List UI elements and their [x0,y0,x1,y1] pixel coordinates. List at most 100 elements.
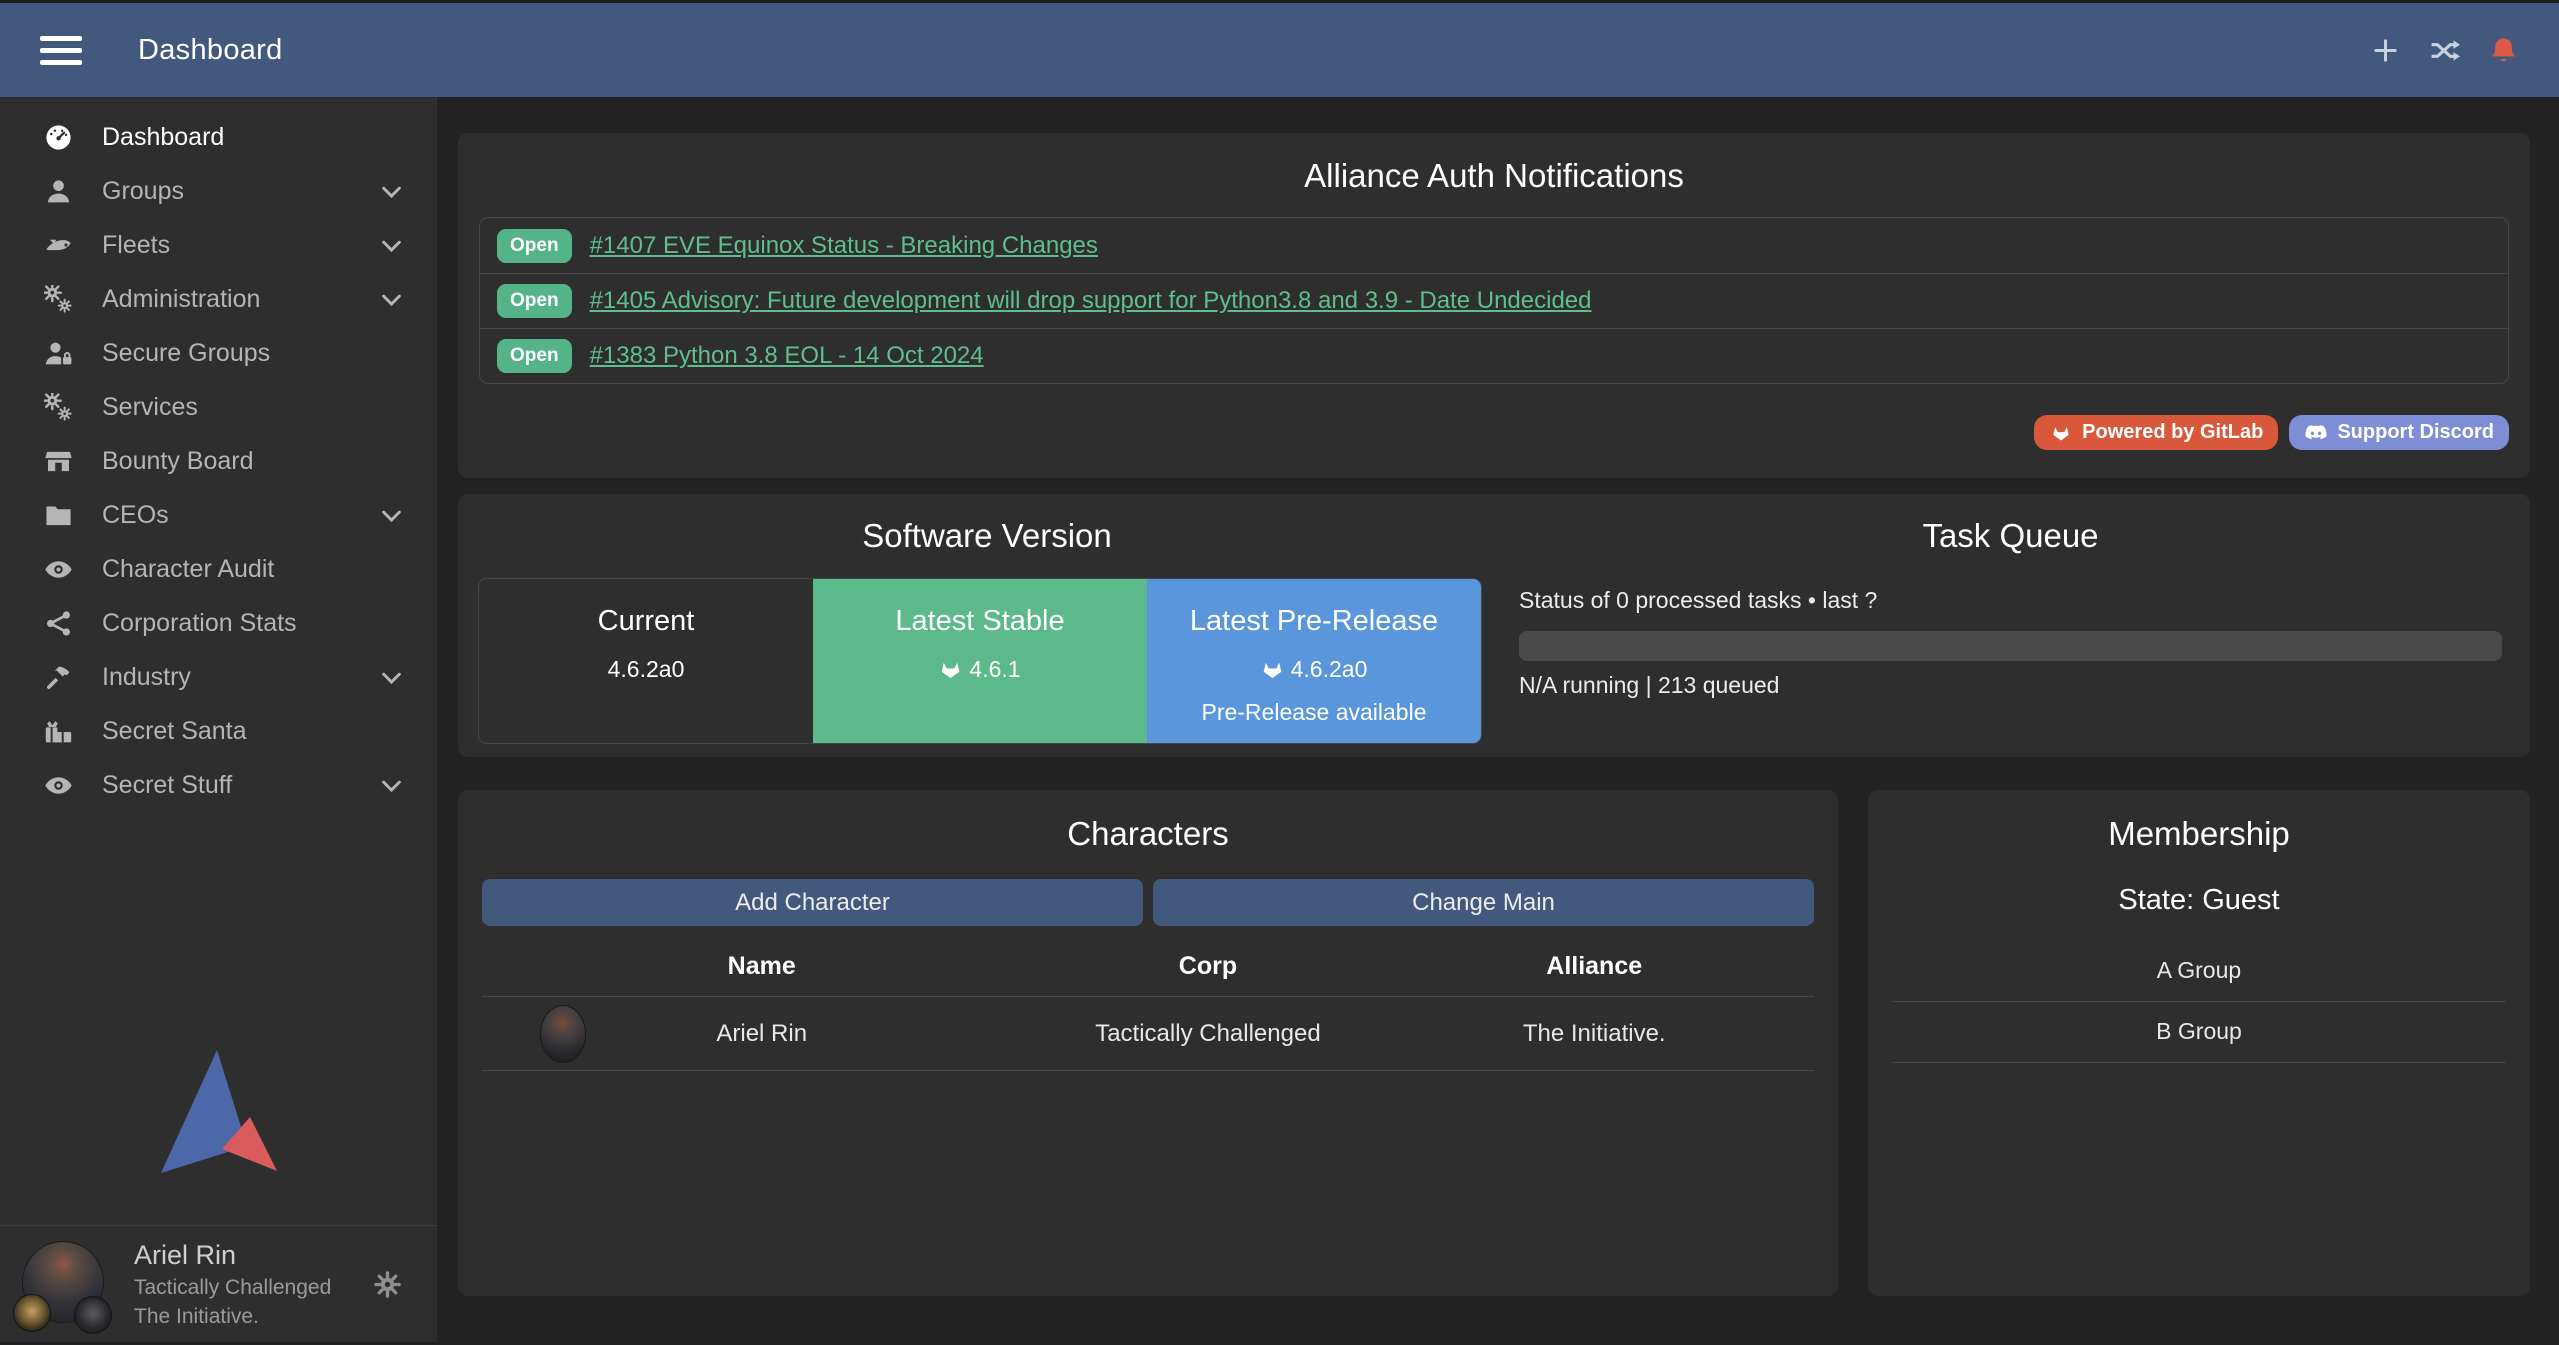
chevron-down-icon [378,286,405,313]
list-item: A Group [1892,941,2506,1002]
version-cell-label: Current [479,605,813,638]
sidebar-item-services[interactable]: Services [0,380,437,434]
sidebar-item-label: Administration [102,285,378,314]
sidebar-item-administration[interactable]: Administration [0,272,437,326]
software-version-section: Software Version Current 4.6.2a0 Latest … [478,517,1496,735]
character-corp: Tactically Challenged [1041,1020,1374,1048]
sidebar-item-label: Services [102,393,405,422]
sidebar-item-secure-groups[interactable]: Secure Groups [0,326,437,380]
version-cell-label: Latest Stable [813,605,1147,638]
characters-panel: Characters Add Character Change Main Nam… [458,790,1838,1296]
page-title: Dashboard [138,34,283,67]
membership-group-list: A Group B Group [1892,941,2506,1063]
chevron-down-icon [378,178,405,205]
sidebar-item-secret-stuff[interactable]: Secret Stuff [0,758,437,812]
character-name: Ariel Rin [716,1020,807,1047]
eye-icon [40,554,76,584]
change-main-button[interactable]: Change Main [1153,879,1814,926]
discord-badge[interactable]: Support Discord [2289,415,2509,450]
sidebar-item-corporation-stats[interactable]: Corporation Stats [0,596,437,650]
bell-icon[interactable] [2488,35,2519,66]
gitlab-icon [2049,423,2073,443]
gears-icon [40,284,76,314]
notifications-list: Open #1407 EVE Equinox Status - Breaking… [479,217,2509,384]
membership-panel: Membership State: Guest A Group B Group [1868,790,2530,1296]
column-header-name: Name [482,952,1041,981]
notifications-title: Alliance Auth Notifications [479,157,2509,195]
version-prerelease-cell: Latest Pre-Release 4.6.2a0 Pre-Release a… [1147,579,1481,743]
discord-badge-label: Support Discord [2337,421,2494,444]
table-row: Ariel Rin Tactically Challenged The Init… [482,997,1814,1071]
discord-icon [2304,423,2328,443]
column-header-alliance: Alliance [1374,952,1814,981]
sidebar-item-fleets[interactable]: Fleets [0,218,437,272]
sidebar-item-character-audit[interactable]: Character Audit [0,542,437,596]
top-navbar: Dashboard [0,0,2559,97]
sidebar-item-label: Character Audit [102,555,405,584]
add-character-button[interactable]: Add Character [482,879,1143,926]
sidebar-item-bounty-board[interactable]: Bounty Board [0,434,437,488]
software-version-title: Software Version [478,517,1496,555]
hammer-icon [40,662,76,692]
version-number: 4.6.2a0 [1291,656,1368,683]
notifications-panel: Alliance Auth Notifications Open #1407 E… [458,133,2530,478]
gifts-icon [40,716,76,746]
notification-link[interactable]: #1383 Python 3.8 EOL - 14 Oct 2024 [590,342,984,370]
sidebar-item-dashboard[interactable]: Dashboard [0,110,437,164]
main-content: Alliance Auth Notifications Open #1407 E… [437,97,2559,1342]
task-queue-title: Task Queue [1519,517,2502,555]
sidebar-item-label: Industry [102,663,378,692]
sidebar-item-ceos[interactable]: CEOs [0,488,437,542]
gears-icon [40,392,76,422]
task-queue-status: Status of 0 processed tasks • last ? [1519,587,2502,614]
prerelease-note: Pre-Release available [1147,699,1481,726]
version-cell-label: Latest Pre-Release [1147,605,1481,638]
shuffle-icon[interactable] [2429,35,2460,66]
character-row-portrait [540,1005,586,1063]
chevron-down-icon [378,232,405,259]
user-name: Ariel Rin [134,1240,372,1271]
gitlab-icon [1261,658,1284,681]
user-alliance: The Initiative. [134,1305,372,1329]
gitlab-badge[interactable]: Powered by GitLab [2034,415,2278,450]
eye-icon [40,770,76,800]
status-badge: Open [497,284,572,318]
gitlab-icon [939,658,962,681]
version-number: 4.6.1 [969,656,1020,683]
membership-title: Membership [1892,815,2506,853]
membership-state: State: Guest [1892,884,2506,917]
character-alliance: The Initiative. [1374,1020,1814,1048]
characters-table-header: Name Corp Alliance [482,937,1814,997]
status-badge: Open [497,339,572,373]
alliance-auth-logo [161,1050,277,1179]
chevron-down-icon [378,502,405,529]
user-avatar [22,1241,108,1327]
notification-link[interactable]: #1407 EVE Equinox Status - Breaking Chan… [590,232,1098,260]
shuttle-icon [40,230,76,260]
folder-icon [40,500,76,530]
list-item: B Group [1892,1002,2506,1063]
chevron-down-icon [378,772,405,799]
list-item: Open #1405 Advisory: Future development … [480,273,2508,328]
gear-icon[interactable] [372,1269,403,1300]
gauge-icon [40,122,76,152]
sidebar-item-label: Groups [102,177,378,206]
user-corp: Tactically Challenged [134,1276,372,1300]
sidebar-item-secret-santa[interactable]: Secret Santa [0,704,437,758]
characters-title: Characters [482,815,1814,853]
sidebar-item-label: Bounty Board [102,447,405,476]
notification-link[interactable]: #1405 Advisory: Future development will … [590,287,1592,315]
sidebar-item-label: CEOs [102,501,378,530]
chevron-down-icon [378,664,405,691]
sidebar-item-groups[interactable]: Groups [0,164,437,218]
version-stable-cell: Latest Stable 4.6.1 [813,579,1147,743]
plus-icon[interactable] [2370,35,2401,66]
sidebar-toggle-button[interactable] [40,36,82,65]
share-icon [40,608,76,638]
version-current-cell: Current 4.6.2a0 [479,579,813,743]
sidebar-item-label: Dashboard [102,123,405,152]
column-header-corp: Corp [1041,952,1374,981]
corp-logo [13,1294,51,1332]
sidebar-item-industry[interactable]: Industry [0,650,437,704]
store-icon [40,446,76,476]
